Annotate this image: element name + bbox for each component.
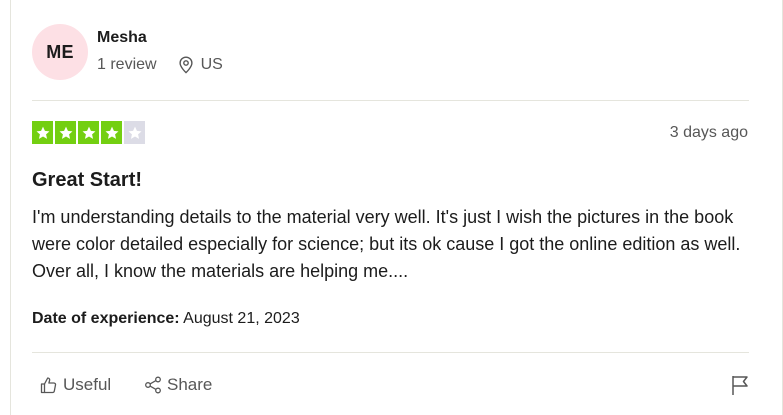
share-icon — [145, 376, 161, 394]
date-of-experience: Date of experience: August 21, 2023 — [32, 310, 300, 328]
experience-label: Date of experience: — [32, 310, 180, 327]
thumbs-up-icon — [40, 377, 57, 394]
review-count: 1 review — [97, 56, 157, 73]
location-pin-icon — [178, 56, 194, 74]
useful-button[interactable]: Useful — [40, 373, 111, 397]
reviewer-country: US — [200, 56, 223, 73]
review-date: 3 days ago — [669, 124, 748, 141]
review-title[interactable]: Great Start! — [32, 169, 142, 192]
star-empty-icon — [124, 121, 145, 144]
share-button[interactable]: Share — [144, 373, 212, 397]
review-body: I'm understanding details to the materia… — [32, 207, 741, 281]
star-filled-icon — [32, 121, 53, 144]
experience-date: August 21, 2023 — [183, 310, 300, 327]
avatar[interactable]: ME — [32, 24, 88, 80]
avatar-initials: ME — [46, 41, 74, 62]
star-filled-icon — [78, 121, 99, 144]
review-card: ME Mesha 1 review US 3 days ago Great St… — [10, 0, 783, 415]
reviewer-meta: 1 review US — [97, 55, 223, 75]
flag-icon — [732, 376, 748, 395]
reviewer-name[interactable]: Mesha — [97, 29, 147, 47]
useful-label: Useful — [63, 375, 112, 394]
divider — [32, 352, 749, 353]
report-flag-button[interactable] — [729, 374, 751, 396]
star-rating — [32, 121, 145, 144]
star-filled-icon — [101, 121, 122, 144]
divider — [32, 100, 749, 101]
star-filled-icon — [55, 121, 76, 144]
share-label: Share — [167, 375, 213, 394]
